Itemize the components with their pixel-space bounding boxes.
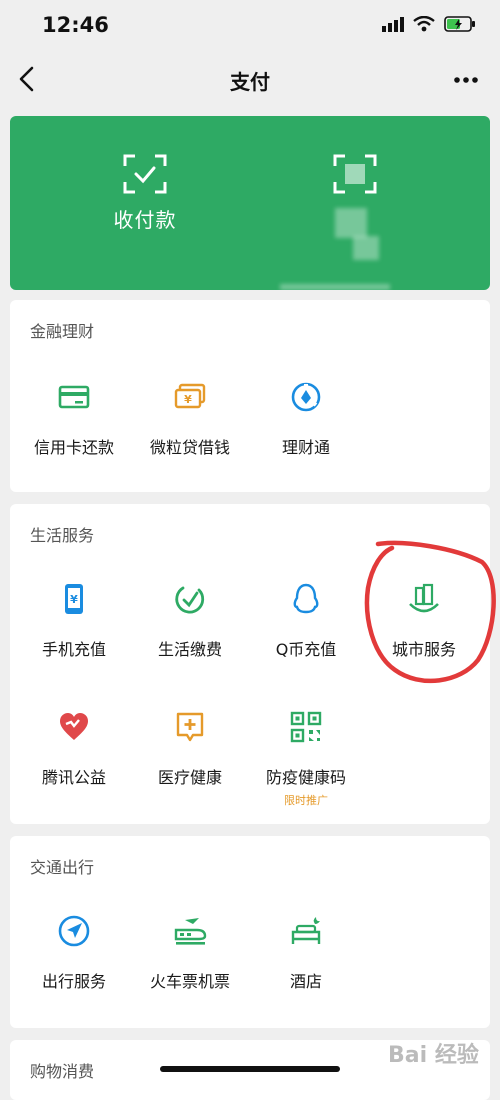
city-services-item[interactable]: 城市服务 bbox=[364, 582, 484, 660]
blurred-balance bbox=[335, 208, 367, 238]
section-title: 购物消费 bbox=[30, 1062, 95, 1081]
wifi-icon bbox=[413, 16, 435, 32]
item-label: 防疫健康码 bbox=[265, 768, 346, 787]
medical-icon bbox=[176, 712, 204, 742]
wallet-icon bbox=[333, 154, 377, 194]
watermark-text: Bai 经验 bbox=[388, 1042, 479, 1068]
item-label: 火车票机票 bbox=[149, 972, 230, 991]
hotel-icon bbox=[291, 917, 321, 944]
train-flight-item[interactable]: 火车票机票 bbox=[130, 914, 250, 992]
finance-section: 金融理财 信用卡还款 ¥ 微粒贷借钱 理财通 bbox=[10, 300, 490, 492]
blurred-balance-3 bbox=[280, 284, 390, 290]
travel-icon bbox=[58, 915, 90, 947]
hotel-item[interactable]: 酒店 bbox=[246, 914, 366, 992]
home-indicator bbox=[160, 1066, 340, 1072]
charity-icon bbox=[60, 713, 88, 740]
receive-pay-label: 收付款 bbox=[113, 208, 177, 232]
medical-health-item[interactable]: 医疗健康 bbox=[130, 710, 250, 788]
train-icon bbox=[174, 918, 207, 945]
item-label: 手机充值 bbox=[41, 640, 106, 659]
item-label: 生活缴费 bbox=[157, 640, 222, 659]
wallet-button[interactable] bbox=[280, 154, 430, 204]
status-icons bbox=[382, 16, 476, 32]
baidu-watermark: Bai 经验 bbox=[388, 1042, 479, 1068]
phone-recharge-icon: ¥ bbox=[65, 584, 83, 614]
life-services-section: 生活服务 ¥ 手机充值 生活缴费 Q币充值 城市服务 腾讯公益 医疗健康 防疫健… bbox=[10, 504, 490, 824]
qq-icon bbox=[293, 583, 319, 614]
payment-banner: 收付款 bbox=[10, 116, 490, 290]
wealth-item[interactable]: 理财通 bbox=[246, 380, 366, 458]
receive-pay-button[interactable]: 收付款 bbox=[70, 154, 220, 233]
loan-icon: ¥ bbox=[174, 383, 206, 409]
utility-icon bbox=[175, 586, 205, 614]
section-title: 生活服务 bbox=[30, 526, 95, 545]
q-coin-recharge-item[interactable]: Q币充值 bbox=[246, 582, 366, 660]
svg-text:¥: ¥ bbox=[184, 393, 192, 406]
scan-pay-icon bbox=[123, 154, 167, 194]
item-label: 理财通 bbox=[281, 438, 330, 457]
health-code-item[interactable]: 防疫健康码 限时推广 bbox=[246, 710, 366, 808]
status-bar: 12:46 bbox=[0, 0, 500, 52]
loan-item[interactable]: ¥ 微粒贷借钱 bbox=[130, 380, 250, 458]
city-icon bbox=[409, 583, 439, 613]
travel-services-item[interactable]: 出行服务 bbox=[14, 914, 134, 992]
qr-code-icon bbox=[290, 711, 322, 743]
item-label: 酒店 bbox=[289, 972, 322, 991]
credit-card-repay-item[interactable]: 信用卡还款 bbox=[14, 380, 134, 458]
more-icon[interactable] bbox=[452, 66, 480, 94]
item-label: 微粒贷借钱 bbox=[149, 438, 230, 457]
item-label: 出行服务 bbox=[41, 972, 106, 991]
charity-item[interactable]: 腾讯公益 bbox=[14, 710, 134, 788]
nav-bar: 支付 bbox=[0, 52, 500, 108]
item-label: 信用卡还款 bbox=[33, 438, 114, 457]
signal-icon bbox=[382, 17, 404, 32]
transport-section: 交通出行 出行服务 火车票机票 酒店 bbox=[10, 836, 490, 1028]
battery-icon bbox=[444, 16, 475, 32]
section-title: 金融理财 bbox=[30, 322, 95, 341]
item-label: 医疗健康 bbox=[157, 768, 222, 787]
page-title: 支付 bbox=[230, 70, 270, 94]
credit-card-icon bbox=[58, 385, 90, 409]
blurred-balance-2 bbox=[353, 236, 379, 260]
item-label: 城市服务 bbox=[391, 640, 456, 659]
promo-badge: 限时推广 bbox=[284, 794, 328, 807]
phone-recharge-item[interactable]: ¥ 手机充值 bbox=[14, 582, 134, 660]
svg-text:¥: ¥ bbox=[70, 593, 78, 606]
item-label: 腾讯公益 bbox=[41, 768, 106, 787]
wealth-icon bbox=[291, 382, 321, 412]
status-time: 12:46 bbox=[42, 13, 109, 37]
section-title: 交通出行 bbox=[30, 858, 95, 877]
utility-payment-item[interactable]: 生活缴费 bbox=[130, 582, 250, 660]
item-label: Q币充值 bbox=[275, 640, 337, 659]
